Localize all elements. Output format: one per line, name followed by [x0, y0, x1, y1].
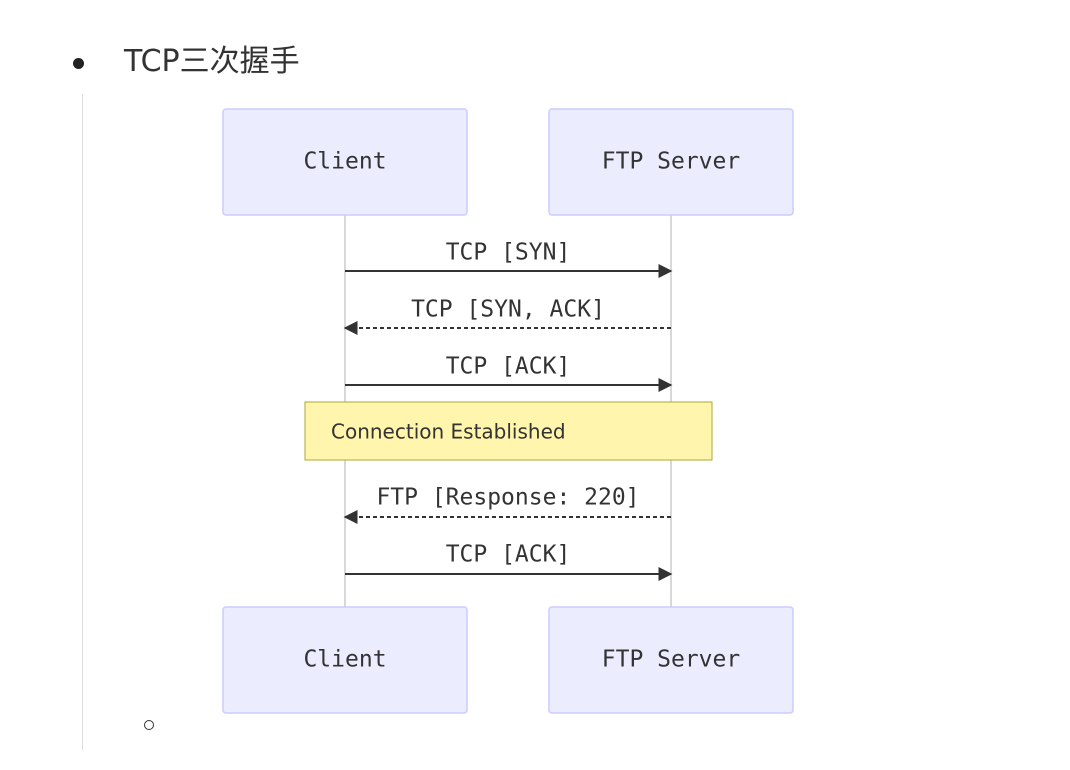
message-1-label: TCP [SYN] [446, 240, 571, 266]
message-4: FTP [Response: 220] [343, 485, 671, 524]
actor-client-bottom-label: Client [303, 647, 386, 673]
message-1: TCP [SYN] [345, 240, 673, 278]
actor-client-bottom: Client [222, 606, 468, 714]
sequence-diagram: Client FTP Server TCP [SYN] TCP [SYN, AC… [222, 108, 794, 714]
actor-client-top-label: Client [303, 149, 386, 175]
message-5-label: TCP [ACK] [446, 542, 571, 568]
message-2-label: TCP [SYN, ACK] [411, 297, 605, 323]
note-label: Connection Established [331, 420, 566, 444]
message-3: TCP [ACK] [345, 354, 673, 392]
sub-bullet-circle [144, 720, 154, 730]
note-connection-established: Connection Established [304, 401, 713, 461]
message-5: TCP [ACK] [345, 542, 673, 581]
message-3-label: TCP [ACK] [446, 354, 571, 380]
actor-client-top: Client [222, 108, 468, 216]
actor-server-bottom-label: FTP Server [602, 647, 740, 673]
message-2: TCP [SYN, ACK] [343, 297, 671, 335]
actor-server-top-label: FTP Server [602, 149, 740, 175]
actor-server-bottom: FTP Server [548, 606, 794, 714]
message-4-label: FTP [Response: 220] [376, 485, 639, 511]
actor-server-top: FTP Server [548, 108, 794, 216]
